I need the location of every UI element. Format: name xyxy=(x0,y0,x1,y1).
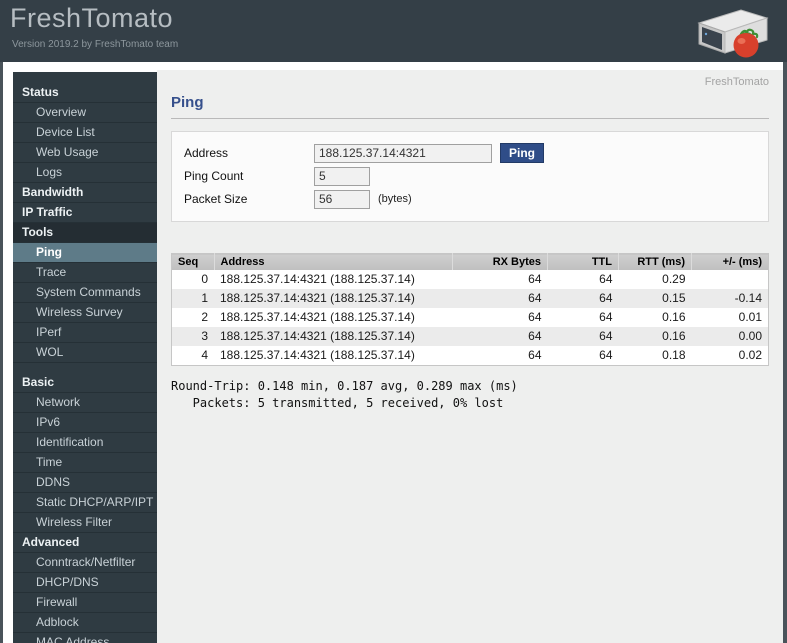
content-watermark: FreshTomato xyxy=(704,76,769,88)
table-cell: 64 xyxy=(528,310,542,324)
sidebar-item-firewall[interactable]: Firewall xyxy=(13,593,157,613)
table-cell: 1 xyxy=(201,291,208,305)
table-cell: 188.125.37.14:4321 (188.125.37.14) xyxy=(220,310,415,324)
ping-table-header-row: Seq Address RX Bytes TTL RTT (ms) +/- (ms) xyxy=(171,253,769,270)
table-cell: 64 xyxy=(599,310,613,324)
table-cell: 0.02 xyxy=(738,348,762,362)
table-cell: 188.125.37.14:4321 (188.125.37.14) xyxy=(220,272,415,286)
sidebar: Status Overview Device List Web Usage Logs Ba… xyxy=(13,72,157,643)
table-row: 1 188.125.37.14:4321 (188.125.37.14) 64 64 0… xyxy=(171,289,769,308)
table-row: 2 188.125.37.14:4321 (188.125.37.14) 64 64 0… xyxy=(172,308,769,327)
table-cell: 0.29 xyxy=(662,272,686,286)
table-cell: 0 xyxy=(201,272,208,286)
sidebar-item-identification[interactable]: Identification xyxy=(13,433,157,453)
table-cell: 0.15 xyxy=(662,291,686,305)
table-cell: 188.125.37.14:4321 (188.125.37.14) xyxy=(220,348,415,362)
sidebar-item-trace[interactable]: Trace xyxy=(13,263,157,283)
table-cell: 188.125.37.14:4321 (188.125.37.14) xyxy=(220,329,415,343)
top-banner: FreshTomato Version 2019.2 by FreshTomat… xyxy=(0,0,787,62)
table-cell: 64 xyxy=(528,348,542,362)
table-row: 3 188.125.37.14:4321 (188.125.37.14) 64 64 0… xyxy=(171,327,769,346)
table-cell: 64 xyxy=(599,291,613,305)
column-header-seq: Seq xyxy=(171,253,215,270)
column-header-rx-bytes: RX Bytes xyxy=(452,253,548,270)
ping-table-body: 0 188.125.37.14:4321 (188.125.37.14) 64 64 0… xyxy=(171,270,769,366)
address-label: Address xyxy=(184,146,229,160)
table-cell: 0.00 xyxy=(738,329,762,343)
sidebar-item-dhcp-dns[interactable]: DHCP/DNS xyxy=(13,573,157,593)
sidebar-item-ipv6[interactable]: IPv6 xyxy=(13,413,157,433)
table-cell: 3 xyxy=(201,329,208,343)
table-cell: 64 xyxy=(599,329,613,343)
sidebar-item-adblock[interactable]: Adblock xyxy=(13,613,157,633)
packet-size-unit: (bytes) xyxy=(378,193,412,205)
summary-roundtrip: Round-Trip: 0.148 min, 0.187 avg, 0.289 … xyxy=(171,379,518,393)
column-header--ms-: +/- (ms) xyxy=(691,253,769,270)
table-cell: 64 xyxy=(528,291,542,305)
table-cell: 4 xyxy=(201,348,208,362)
table-cell: 0.16 xyxy=(662,329,686,343)
table-cell xyxy=(692,270,769,289)
packet-size-label: Packet Size xyxy=(184,192,248,206)
sidebar-item-web-usage[interactable]: Web Usage xyxy=(13,143,157,163)
column-header-ttl: TTL xyxy=(547,253,619,270)
brand-title: FreshTomato xyxy=(10,3,174,33)
table-cell: 0.01 xyxy=(738,310,762,324)
sidebar-item-time[interactable]: Time xyxy=(13,453,157,473)
page-edge-right xyxy=(783,62,787,643)
sidebar-item-wol[interactable]: WOL xyxy=(13,343,157,363)
ping-summary: Round-Trip: 0.148 min, 0.187 avg, 0.289 … xyxy=(171,378,769,413)
table-cell: -0.14 xyxy=(734,291,762,305)
sidebar-item-static-dhcp-arp-ipt[interactable]: Static DHCP/ARP/IPT xyxy=(13,493,157,513)
page-edge-left xyxy=(0,62,3,643)
table-cell: 64 xyxy=(528,329,542,343)
sidebar-item-tools[interactable]: Tools xyxy=(13,223,157,243)
table-cell: 64 xyxy=(599,272,613,286)
main-content: FreshTomato Ping Address Ping Ping Count… xyxy=(157,70,783,643)
sidebar-item-device-list[interactable]: Device List xyxy=(13,123,157,143)
sidebar-item-system-commands[interactable]: System Commands xyxy=(13,283,157,303)
page-title: Ping xyxy=(171,94,769,119)
sidebar-item-ddns[interactable]: DDNS xyxy=(13,473,157,493)
ping-button[interactable]: Ping xyxy=(500,143,544,163)
table-cell: 2 xyxy=(201,310,208,324)
ping-results-table: Seq Address RX Bytes TTL RTT (ms) +/- (ms) 01… xyxy=(171,253,769,366)
table-row: 0 188.125.37.14:4321 (188.125.37.14) 64 64 0… xyxy=(172,270,769,289)
column-header-address: Address xyxy=(214,253,453,270)
sidebar-item-wireless-filter[interactable]: Wireless Filter xyxy=(13,513,157,533)
sidebar-item-ping[interactable]: Ping xyxy=(13,243,157,263)
packet-size-input[interactable] xyxy=(314,189,370,209)
sidebar-item-network[interactable]: Network xyxy=(13,393,157,413)
address-input[interactable] xyxy=(314,143,492,163)
sidebar-item-advanced[interactable]: Advanced xyxy=(13,533,157,553)
table-cell: 0.16 xyxy=(662,310,686,324)
sidebar-item-bandwidth[interactable]: Bandwidth xyxy=(13,183,157,203)
table-cell: 64 xyxy=(528,272,542,286)
ping-results-table-wrap: Seq Address RX Bytes TTL RTT (ms) +/- (ms) 01… xyxy=(171,253,769,366)
sidebar-item-status[interactable]: Status xyxy=(13,83,157,103)
sidebar-item-overview[interactable]: Overview xyxy=(13,103,157,123)
sidebar-item-logs[interactable]: Logs xyxy=(13,163,157,183)
brand-subtitle: Version 2019.2 by FreshTomato team xyxy=(12,39,179,50)
table-cell: 64 xyxy=(599,348,613,362)
sidebar-item-iperf[interactable]: IPerf xyxy=(13,323,157,343)
sidebar-item-conntrack-netfilter[interactable]: Conntrack/Netfilter xyxy=(13,553,157,573)
summary-packets: Packets: 5 transmitted, 5 received, 0% l… xyxy=(171,396,504,411)
sidebar-item-mac-address[interactable]: MAC Address xyxy=(13,633,157,643)
table-cell: 0.18 xyxy=(662,348,686,362)
table-row: 4 188.125.37.14:4321 (188.125.37.14) 64 64 0… xyxy=(172,346,769,366)
sidebar-item-wireless-survey[interactable]: Wireless Survey xyxy=(13,303,157,323)
ping-count-input[interactable] xyxy=(314,166,370,186)
ping-count-label: Ping Count xyxy=(184,169,244,183)
router-tomato-logo-icon xyxy=(691,3,771,60)
ping-form-panel: Address Ping Ping Count Packet Size (byt… xyxy=(171,131,769,222)
column-header-rtt-ms-: RTT (ms) xyxy=(618,253,692,270)
sidebar-item-ip-traffic[interactable]: IP Traffic xyxy=(13,203,157,223)
table-cell: 188.125.37.14:4321 (188.125.37.14) xyxy=(220,291,415,305)
sidebar-item-basic[interactable]: Basic xyxy=(13,373,157,393)
